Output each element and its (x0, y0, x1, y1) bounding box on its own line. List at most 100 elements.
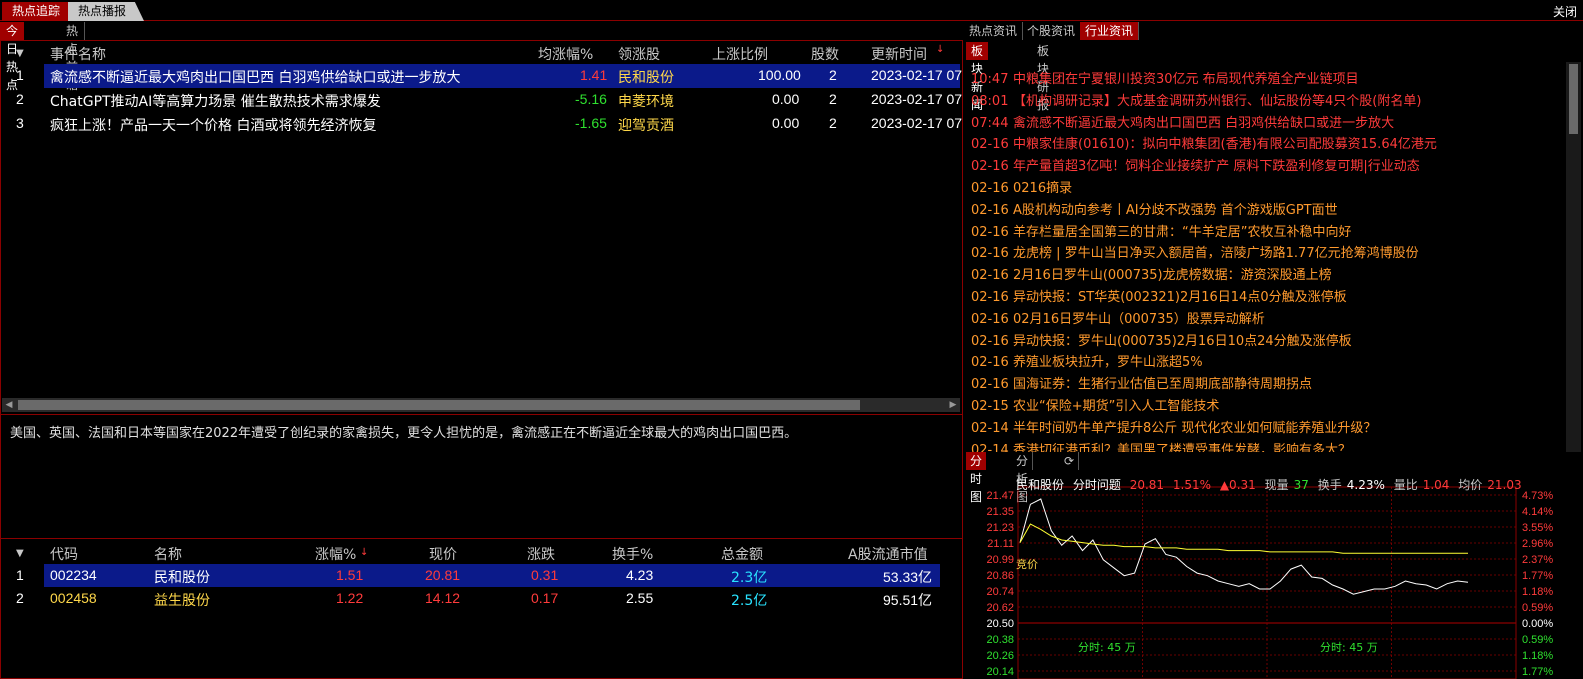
tab-intraday[interactable]: 分时图 (966, 452, 987, 504)
news-title[interactable]: 香港切征港币利？美国黑了楼遭受事件发酵，影响有多大？ (1013, 443, 1351, 452)
news-time: 10:47 (971, 72, 1009, 87)
stock-code[interactable]: 002458 (50, 590, 97, 606)
news-item[interactable]: 07:44 禽流感不断逼近最大鸡肉出口国巴西 白羽鸡供给缺口或进一步放大 (971, 112, 1394, 134)
news-title[interactable]: 0216摘录 (1013, 181, 1072, 196)
header-code[interactable]: 代码 (50, 544, 78, 564)
header-lead-stock[interactable]: 领涨股 (618, 44, 660, 64)
close-button[interactable]: 关闭 (1553, 3, 1577, 20)
news-item[interactable]: 02-16 异动快报：罗牛山(000735)2月16日10点24分触及涨停板 (971, 330, 1352, 352)
table-row[interactable]: 1 禽流感不断逼近最大鸡肉出口国巴西 白羽鸡供给缺口或进一步放大 1.41 民和… (0, 64, 962, 88)
news-item[interactable]: 02-16 A股机构动向参考丨AI分歧不改强势 首个游戏版GPT面世 (971, 199, 1338, 221)
event-name[interactable]: 疯狂上涨！产品一天一个价格 白酒或将领先经济恢复 (50, 115, 376, 135)
news-title[interactable]: 2月16日罗牛山(000735)龙虎榜数据：游资深股通上榜 (1013, 268, 1332, 283)
header-avg-pct[interactable]: 均涨幅% (538, 44, 593, 64)
news-item[interactable]: 02-14 香港切征港币利？美国黑了楼遭受事件发酵，影响有多大？ (971, 439, 1351, 452)
news-item[interactable]: 02-16 年产量首超3亿吨！饲料企业接续扩产 原料下跌盈利修复可期|行业动态 (971, 155, 1420, 177)
stock-name[interactable]: 益生股份 (154, 590, 210, 610)
header-update-time[interactable]: 更新时间 (871, 44, 927, 64)
stock-change: 0.17 (531, 590, 559, 606)
chart-vol: 37 (1293, 478, 1309, 492)
event-lead[interactable]: 申菱环境 (618, 91, 674, 111)
header-turnover[interactable]: 换手% (612, 544, 653, 564)
event-name[interactable]: ChatGPT推动AI等高算力场景 催生散热技术需求爆发 (50, 91, 381, 111)
header-change[interactable]: 涨跌 (527, 544, 555, 564)
news-item[interactable]: 08:01 【机构调研记录】大成基金调研苏州银行、仙坛股份等4只个股(附名单) (971, 90, 1421, 112)
table-row[interactable]: 2 ChatGPT推动AI等高算力场景 催生散热技术需求爆发 -5.16 申菱环… (0, 88, 962, 112)
news-title[interactable]: 中粮家佳康(01610)：拟向中粮集团(香港)有限公司配股募资15.64亿港元 (1013, 137, 1437, 152)
table-row[interactable]: 2 002458 益生股份 1.22 14.12 0.17 2.55 2.5亿 … (0, 587, 940, 610)
header-amount[interactable]: 总金额 (721, 544, 763, 564)
news-title[interactable]: 养殖业板块拉升，罗牛山涨超5% (1013, 355, 1203, 370)
vertical-scrollbar[interactable] (1566, 62, 1581, 452)
tab-hot-broadcast[interactable]: 热点播报 (68, 2, 145, 21)
news-item[interactable]: 02-16 养殖业板块拉升，罗牛山涨超5% (971, 351, 1203, 373)
header-price[interactable]: 现价 (429, 544, 457, 564)
tab-hot-news[interactable]: 热点资讯 (964, 22, 1024, 40)
tab-industry-news[interactable]: 行业资讯 (1080, 22, 1140, 40)
event-lead[interactable]: 迎驾贡酒 (618, 115, 674, 135)
news-title[interactable]: A股机构动向参考丨AI分歧不改强势 首个游戏版GPT面世 (1013, 203, 1338, 218)
news-title[interactable]: 农业“保险+期货”引入人工智能技术 (1013, 399, 1219, 414)
header-event-name[interactable]: 事件名称 (50, 44, 106, 64)
news-item[interactable]: 02-16 中粮家佳康(01610)：拟向中粮集团(香港)有限公司配股募资15.6… (971, 133, 1437, 155)
refresh-icon[interactable]: ⟳ (1060, 452, 1080, 470)
news-title[interactable]: 半年时间奶牛单产提升8公斤 现代化农业如何赋能养殖业升级？ (1013, 421, 1376, 436)
tab-stock-news[interactable]: 个股资讯 (1022, 22, 1082, 40)
stock-turnover: 4.23 (626, 567, 654, 583)
news-title[interactable]: 龙虎榜 | 罗牛山当日净买入额居首，涪陵广场路1.77亿元抢筹鸿博股份 (1013, 246, 1419, 261)
intraday-chart[interactable]: 21.47 4.73% 21.35 4.14% 21.23 3.55% 21.11 2.96%… (964, 471, 1583, 679)
news-title[interactable]: 中粮集团在宁夏银川投资30亿元 布局现代养殖全产业链项目 (1013, 72, 1359, 87)
news-time: 02-16 (971, 290, 1009, 305)
header-pct[interactable]: 涨幅% (315, 544, 356, 564)
tab-hot-preview[interactable]: 热点前瞻 (60, 22, 86, 92)
scroll-thumb[interactable] (1569, 64, 1578, 134)
tab-analysis[interactable]: 分析图 (1012, 452, 1034, 504)
news-item[interactable]: 02-16 0216摘录 (971, 177, 1072, 199)
scroll-left-icon[interactable]: ◀ (2, 398, 16, 412)
news-title[interactable]: 年产量首超3亿吨！饲料企业接续扩产 原料下跌盈利修复可期|行业动态 (1013, 159, 1420, 174)
events-table-header: ▼ 事件名称 均涨幅% 领涨股 上涨比例 股数 更新时间 ↓ (0, 42, 960, 64)
event-lead[interactable]: 民和股份 (618, 67, 674, 87)
pct-tick-label: 1.77% (1522, 666, 1553, 678)
event-description: 美国、英国、法国和日本等国家在2022年遭受了创纪录的家禽损失，更令人担忧的是，… (10, 426, 798, 441)
news-title[interactable]: 02月16日罗牛山（000735）股票异动解析 (1013, 312, 1265, 327)
news-item[interactable]: 02-16 02月16日罗牛山（000735）股票异动解析 (971, 308, 1265, 330)
tab-today-hot[interactable]: 今日热点 (0, 22, 25, 92)
news-item[interactable]: 02-16 龙虎榜 | 罗牛山当日净买入额居首，涪陵广场路1.77亿元抢筹鸿博股份 (971, 242, 1419, 264)
news-item[interactable]: 02-16 羊存栏量居全国第三的甘肃：“牛羊定居”农牧互补稳中向好 (971, 221, 1351, 243)
stock-code[interactable]: 002234 (50, 567, 97, 583)
table-row[interactable]: 1 002234 民和股份 1.51 20.81 0.31 4.23 2.3亿 … (0, 564, 940, 587)
news-item[interactable]: 02-16 2月16日罗牛山(000735)龙虎榜数据：游资深股通上榜 (971, 264, 1332, 286)
news-time: 02-16 (971, 137, 1009, 153)
scroll-thumb[interactable] (18, 400, 860, 410)
horizontal-scrollbar[interactable]: ◀ ▶ (2, 398, 960, 412)
news-title[interactable]: 异动快报：罗牛山(000735)2月16日10点24分触及涨停板 (1013, 334, 1352, 349)
tab-sector-research[interactable]: 板块研报 (1032, 42, 1054, 112)
tab-sector-news[interactable]: 板块新闻 (966, 42, 989, 112)
chart-mode[interactable]: 分时问题 (1073, 478, 1121, 492)
header-count[interactable]: 股数 (811, 44, 839, 64)
news-title[interactable]: 禽流感不断逼近最大鸡肉出口国巴西 白羽鸡供给缺口或进一步放大 (1013, 116, 1394, 131)
news-item[interactable]: 10:47 中粮集团在宁夏银川投资30亿元 布局现代养殖全产业链项目 (971, 68, 1359, 90)
event-ratio: 0.00 (772, 91, 800, 107)
chart-info-bar: 民和股份 分时问题 20.81 1.51% ▲0.31 现量 37 换手 4.23%… (1016, 476, 1527, 493)
tab-hot-tracking[interactable]: 热点追踪 (2, 2, 71, 21)
event-name[interactable]: 禽流感不断逼近最大鸡肉出口国巴西 白羽鸡供给缺口或进一步放大 (50, 67, 460, 87)
header-market-cap[interactable]: A股流通市值 (848, 544, 928, 564)
table-row[interactable]: 3 疯狂上涨！产品一天一个价格 白酒或将领先经济恢复 -1.65 迎驾贡酒 0.… (0, 112, 962, 136)
sort-chevron-icon[interactable]: ▼ (16, 548, 24, 559)
news-item[interactable]: 02-16 异动快报：ST华英(002321)2月16日14点0分触及涨停板 (971, 286, 1347, 308)
news-title[interactable]: 羊存栏量居全国第三的甘肃：“牛羊定居”农牧互补稳中向好 (1013, 225, 1351, 240)
price-tick-label: 20.74 (986, 586, 1014, 598)
stock-name[interactable]: 民和股份 (154, 567, 210, 587)
news-item[interactable]: 02-16 国海证券：生猪行业估值已至周期底部静待周期拐点 (971, 373, 1312, 395)
news-item[interactable]: 02-14 半年时间奶牛单产提升8公斤 现代化农业如何赋能养殖业升级？ (971, 417, 1376, 439)
header-up-ratio[interactable]: 上涨比例 (712, 44, 768, 64)
scroll-right-icon[interactable]: ▶ (946, 398, 960, 412)
sort-chevron-icon[interactable]: ▼ (16, 48, 24, 59)
news-title[interactable]: 【机构调研记录】大成基金调研苏州银行、仙坛股份等4只个股(附名单) (1013, 94, 1421, 109)
news-title[interactable]: 异动快报：ST华英(002321)2月16日14点0分触及涨停板 (1013, 290, 1347, 305)
news-title[interactable]: 国海证券：生猪行业估值已至周期底部静待周期拐点 (1013, 377, 1312, 392)
header-name[interactable]: 名称 (154, 544, 182, 564)
news-item[interactable]: 02-15 农业“保险+期货”引入人工智能技术 (971, 395, 1219, 417)
